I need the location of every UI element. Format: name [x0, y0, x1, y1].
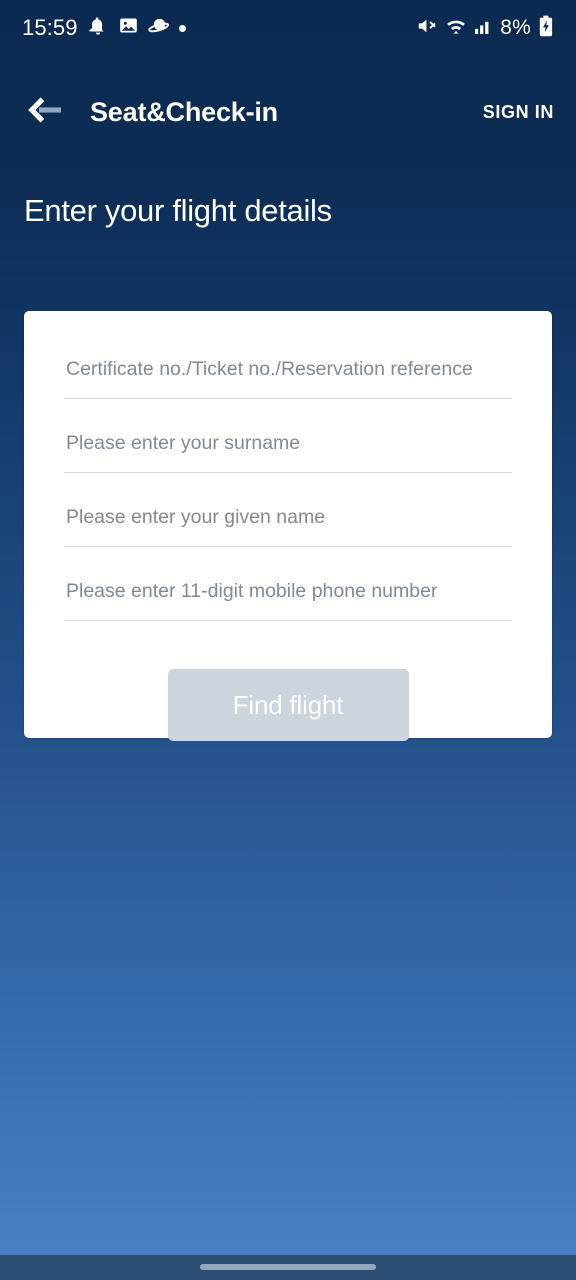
app-bar-title: Seat&Check-in — [90, 96, 278, 127]
wifi-icon — [445, 15, 467, 42]
field-underline — [64, 620, 512, 621]
home-gesture-pill[interactable] — [200, 1264, 376, 1270]
surname-input[interactable] — [64, 425, 512, 473]
cellular-signal-icon — [474, 16, 493, 41]
field-underline — [64, 398, 512, 399]
field-mobile-phone[interactable] — [64, 573, 512, 647]
certificate-ticket-reservation-input[interactable] — [64, 351, 512, 399]
field-underline — [64, 546, 512, 547]
back-arrow-icon — [25, 95, 63, 130]
status-bar-right: 8% — [416, 15, 554, 42]
system-navigation-bar — [0, 1255, 576, 1280]
find-flight-button[interactable]: Find flight — [167, 669, 409, 741]
volume-mute-icon — [416, 15, 438, 42]
page-title: Enter your flight details — [24, 193, 332, 228]
status-bar-left: 15:59 — [22, 15, 186, 42]
battery-charging-icon — [538, 15, 554, 42]
mobile-phone-input[interactable] — [64, 573, 512, 621]
status-bar-clock: 15:59 — [22, 15, 78, 40]
planet-icon — [147, 15, 170, 42]
notification-silenced-icon — [87, 15, 109, 42]
status-bar: 15:59 8% — [0, 0, 576, 56]
field-surname[interactable] — [64, 425, 512, 499]
field-certificate-ticket-reservation[interactable] — [64, 351, 512, 425]
back-button[interactable] — [20, 88, 68, 136]
dot-indicator-icon — [178, 24, 186, 32]
image-icon — [118, 15, 139, 41]
field-given-name[interactable] — [64, 499, 512, 573]
field-underline — [64, 472, 512, 473]
battery-percentage-label: 8% — [500, 16, 531, 39]
app-bar: Seat&Check-in SIGN IN — [0, 78, 576, 146]
app-screen: 15:59 8% Seat&Check-in SIGN IN Enter you… — [0, 0, 576, 1280]
flight-details-form-card: Find flight — [24, 311, 552, 741]
given-name-input[interactable] — [64, 499, 512, 547]
sign-in-button[interactable]: SIGN IN — [481, 96, 556, 129]
